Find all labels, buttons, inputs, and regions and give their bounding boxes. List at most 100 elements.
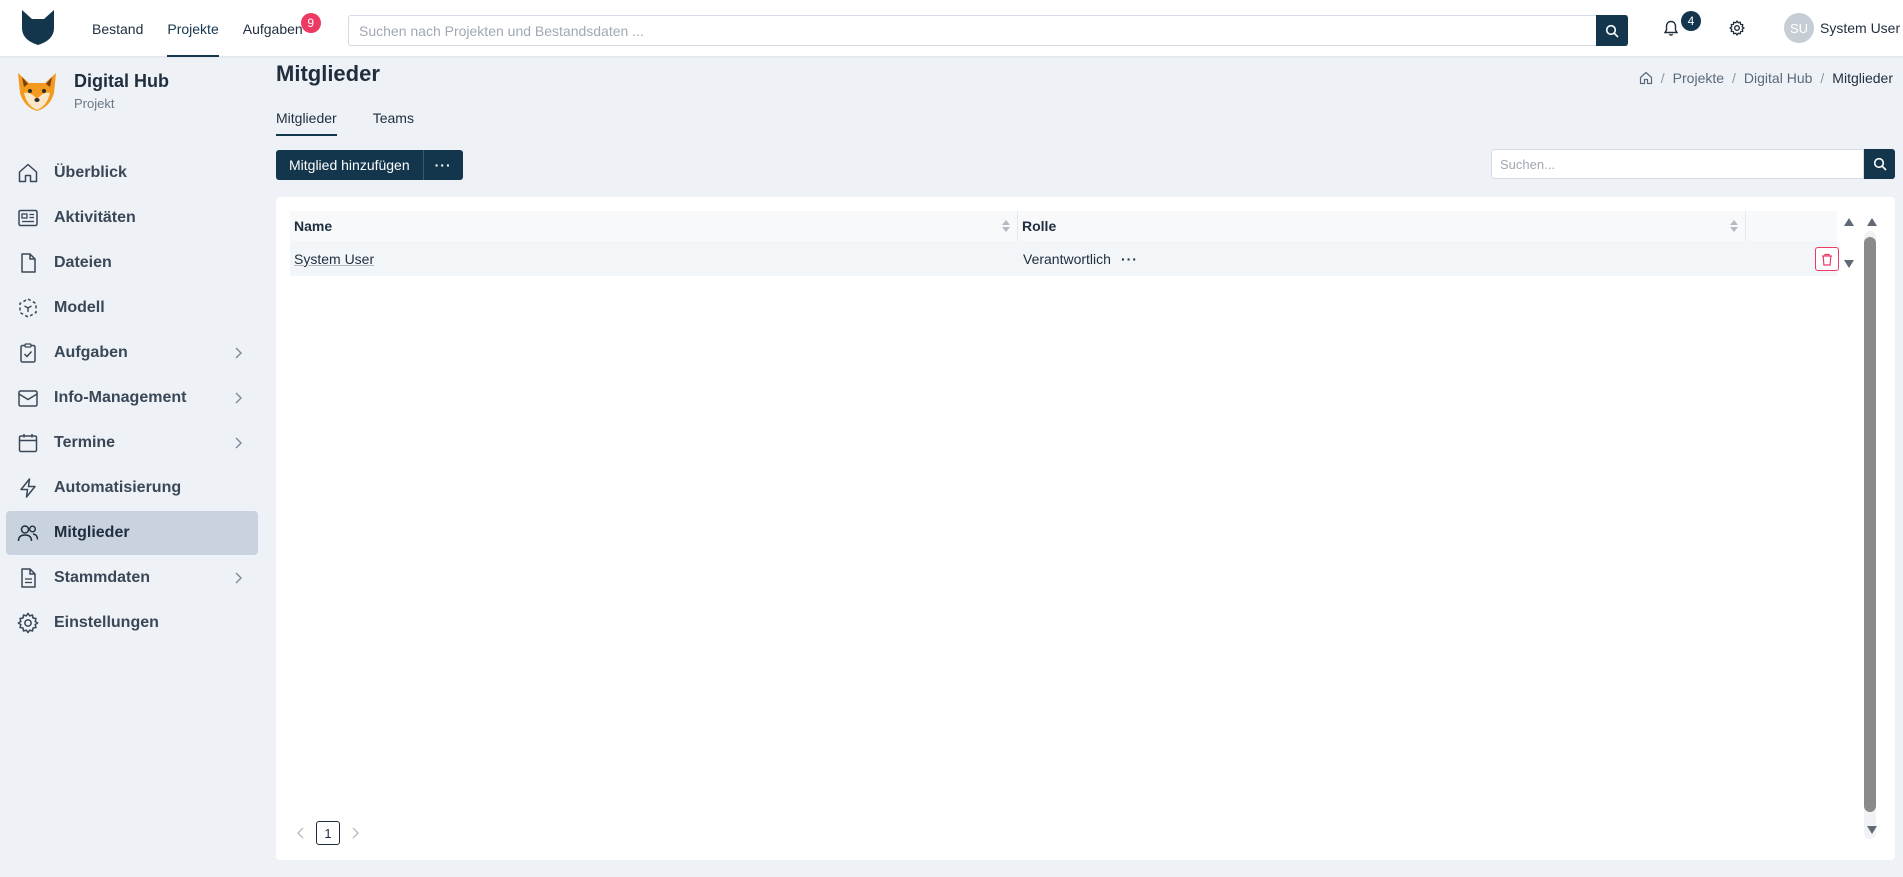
breadcrumb-link-digital-hub[interactable]: Digital Hub: [1744, 70, 1812, 86]
chevron-left-icon[interactable]: [294, 826, 308, 840]
member-search-button[interactable]: [1864, 149, 1895, 179]
clipboard-check-icon: [16, 341, 40, 365]
sidebar-item-ueberblick[interactable]: Überblick: [6, 151, 258, 195]
sidebar-item-termine[interactable]: Termine: [6, 421, 258, 465]
user-menu[interactable]: SU System User: [1784, 13, 1900, 43]
sidebar-menu: Überblick Aktivitäten Dateien Modell Auf…: [6, 151, 258, 646]
nav-item-label: Aufgaben: [242, 20, 303, 37]
table-header: Name Rolle: [290, 211, 1837, 241]
main-nav: Bestand Projekte Aufgaben 9: [80, 0, 321, 57]
breadcrumb-separator: /: [1660, 70, 1665, 86]
nav-item-label: Projekte: [167, 20, 219, 37]
column-header-label: Name: [294, 218, 333, 234]
tab-bar: Mitglieder Teams: [276, 108, 450, 136]
member-name-link[interactable]: System User: [294, 251, 374, 267]
top-bar: Bestand Projekte Aufgaben 9 4 SU System …: [0, 0, 1903, 57]
member-role: Verantwortlich: [1023, 250, 1111, 267]
search-icon: [1873, 157, 1887, 171]
global-search-input[interactable]: [348, 15, 1628, 46]
project-type: Projekt: [74, 96, 115, 111]
trash-icon: [1822, 253, 1832, 266]
breadcrumb: / Projekte / Digital Hub / Mitglieder: [1639, 70, 1893, 86]
user-name: System User: [1820, 20, 1901, 36]
sidebar-item-label: Automatisierung: [54, 479, 182, 496]
sidebar-item-label: Einstellungen: [54, 614, 159, 631]
global-search-button[interactable]: [1596, 15, 1628, 46]
nav-item-bestand[interactable]: Bestand: [80, 0, 155, 57]
nav-item-projekte[interactable]: Projekte: [155, 0, 230, 57]
sidebar-item-label: Dateien: [54, 254, 112, 271]
sidebar-item-label: Aufgaben: [54, 344, 128, 361]
member-name-cell: System User: [290, 251, 1018, 267]
add-member-button[interactable]: Mitglied hinzufügen: [276, 150, 423, 180]
users-icon: [16, 521, 40, 545]
scrollbar-up-arrow-icon[interactable]: [1866, 217, 1878, 227]
lightning-icon: [16, 476, 40, 500]
nav-item-label: Bestand: [92, 20, 144, 37]
scrollbar-down-arrow-icon[interactable]: [1866, 825, 1878, 835]
cube-icon: [16, 296, 40, 320]
sidebar-item-label: Termine: [54, 434, 116, 451]
sidebar: Digital Hub Projekt Überblick Aktivitäte…: [0, 57, 265, 877]
sidebar-item-mitglieder[interactable]: Mitglieder: [6, 511, 258, 555]
bell-icon: [1663, 20, 1679, 36]
project-name: Digital Hub: [74, 71, 169, 91]
column-header-name[interactable]: Name: [290, 211, 1018, 241]
sidebar-item-label: Info-Management: [54, 389, 187, 406]
sidebar-item-automatisierung[interactable]: Automatisierung: [6, 466, 258, 510]
add-member-button-group: Mitglied hinzufügen ···: [276, 150, 463, 180]
sort-icon: [1002, 220, 1010, 232]
chevron-right-icon: [235, 347, 242, 359]
sort-icon: [1730, 220, 1738, 232]
table-scroll-down-icon[interactable]: [1843, 259, 1855, 269]
avatar: SU: [1784, 13, 1814, 43]
chevron-right-icon[interactable]: [348, 826, 362, 840]
search-icon: [1605, 24, 1619, 38]
sidebar-item-einstellungen[interactable]: Einstellungen: [6, 601, 258, 645]
settings-button[interactable]: [1726, 17, 1748, 39]
sidebar-item-dateien[interactable]: Dateien: [6, 241, 258, 285]
chevron-right-icon: [235, 392, 242, 404]
aufgaben-count-badge: 9: [300, 13, 321, 33]
breadcrumb-link-projekte[interactable]: Projekte: [1673, 70, 1724, 86]
column-header-rolle[interactable]: Rolle: [1018, 211, 1746, 241]
calendar-icon: [16, 431, 40, 455]
sidebar-item-info-management[interactable]: Info-Management: [6, 376, 258, 420]
sidebar-item-modell[interactable]: Modell: [6, 286, 258, 330]
table-row: System User Verantwortlich ···: [290, 241, 1839, 276]
sidebar-item-label: Mitglieder: [54, 524, 130, 541]
fox-mascot-icon: [18, 73, 56, 111]
role-more-button[interactable]: ···: [1121, 251, 1138, 267]
gear-icon: [1729, 20, 1745, 36]
home-icon: [16, 161, 40, 185]
sidebar-item-aufgaben[interactable]: Aufgaben: [6, 331, 258, 375]
notifications-count-badge: 4: [1681, 11, 1701, 31]
tab-teams[interactable]: Teams: [373, 108, 414, 136]
members-table-panel: Name Rolle System User Verantwortlich ··…: [276, 197, 1895, 860]
breadcrumb-current: Mitglieder: [1832, 70, 1893, 86]
nav-item-aufgaben[interactable]: Aufgaben 9: [231, 0, 321, 57]
chevron-right-icon: [235, 437, 242, 449]
sidebar-item-stammdaten[interactable]: Stammdaten: [6, 556, 258, 600]
pagination: 1: [294, 821, 362, 845]
sidebar-item-label: Aktivitäten: [54, 209, 136, 226]
table-scroll-up-icon[interactable]: [1843, 217, 1855, 227]
more-actions-button[interactable]: ···: [422, 150, 463, 180]
breadcrumb-separator: /: [1732, 70, 1736, 86]
home-icon[interactable]: [1639, 71, 1653, 85]
tab-mitglieder[interactable]: Mitglieder: [276, 108, 337, 136]
fox-logo-icon[interactable]: [20, 8, 56, 46]
page-title: Mitglieder: [276, 61, 380, 86]
gear-icon: [16, 611, 40, 635]
newspaper-icon: [16, 206, 40, 230]
column-header-label: Rolle: [1022, 218, 1057, 234]
document-icon: [16, 566, 40, 590]
scrollbar-thumb[interactable]: [1864, 237, 1876, 812]
page-number-button[interactable]: 1: [316, 821, 340, 845]
member-search-input[interactable]: [1491, 149, 1864, 179]
notifications-button[interactable]: [1660, 17, 1682, 39]
sidebar-item-aktivitaeten[interactable]: Aktivitäten: [6, 196, 258, 240]
sidebar-item-label: Überblick: [54, 164, 127, 181]
sidebar-item-label: Stammdaten: [54, 569, 151, 586]
delete-member-button[interactable]: [1815, 247, 1839, 271]
